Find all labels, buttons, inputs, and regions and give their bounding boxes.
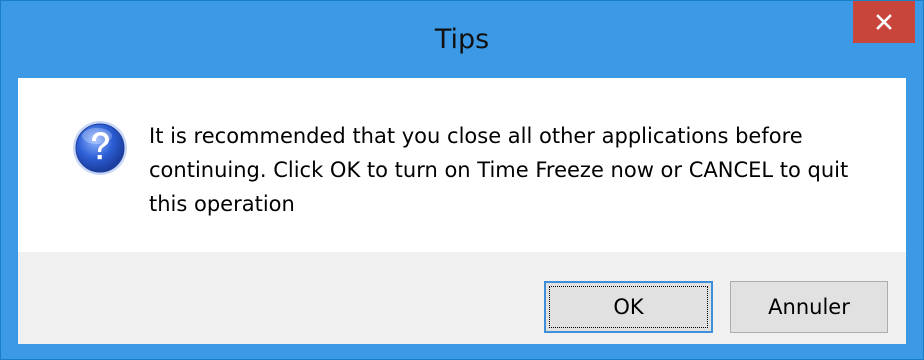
ok-button[interactable]: OK <box>544 281 713 333</box>
window-title: Tips <box>434 24 490 55</box>
close-icon <box>876 14 892 30</box>
dialog-window: Tips It is recommended that you close al… <box>0 0 924 360</box>
focus-ring <box>549 286 708 328</box>
dialog-footer: OK Annuler <box>18 252 906 344</box>
dialog-content: It is recommended that you close all oth… <box>18 78 906 252</box>
question-icon <box>71 119 129 177</box>
dialog-message: It is recommended that you close all oth… <box>149 124 849 216</box>
cancel-button-label: Annuler <box>768 295 850 319</box>
close-button[interactable] <box>853 1 915 43</box>
title-bar[interactable]: Tips <box>1 1 923 78</box>
cancel-button[interactable]: Annuler <box>730 281 888 333</box>
